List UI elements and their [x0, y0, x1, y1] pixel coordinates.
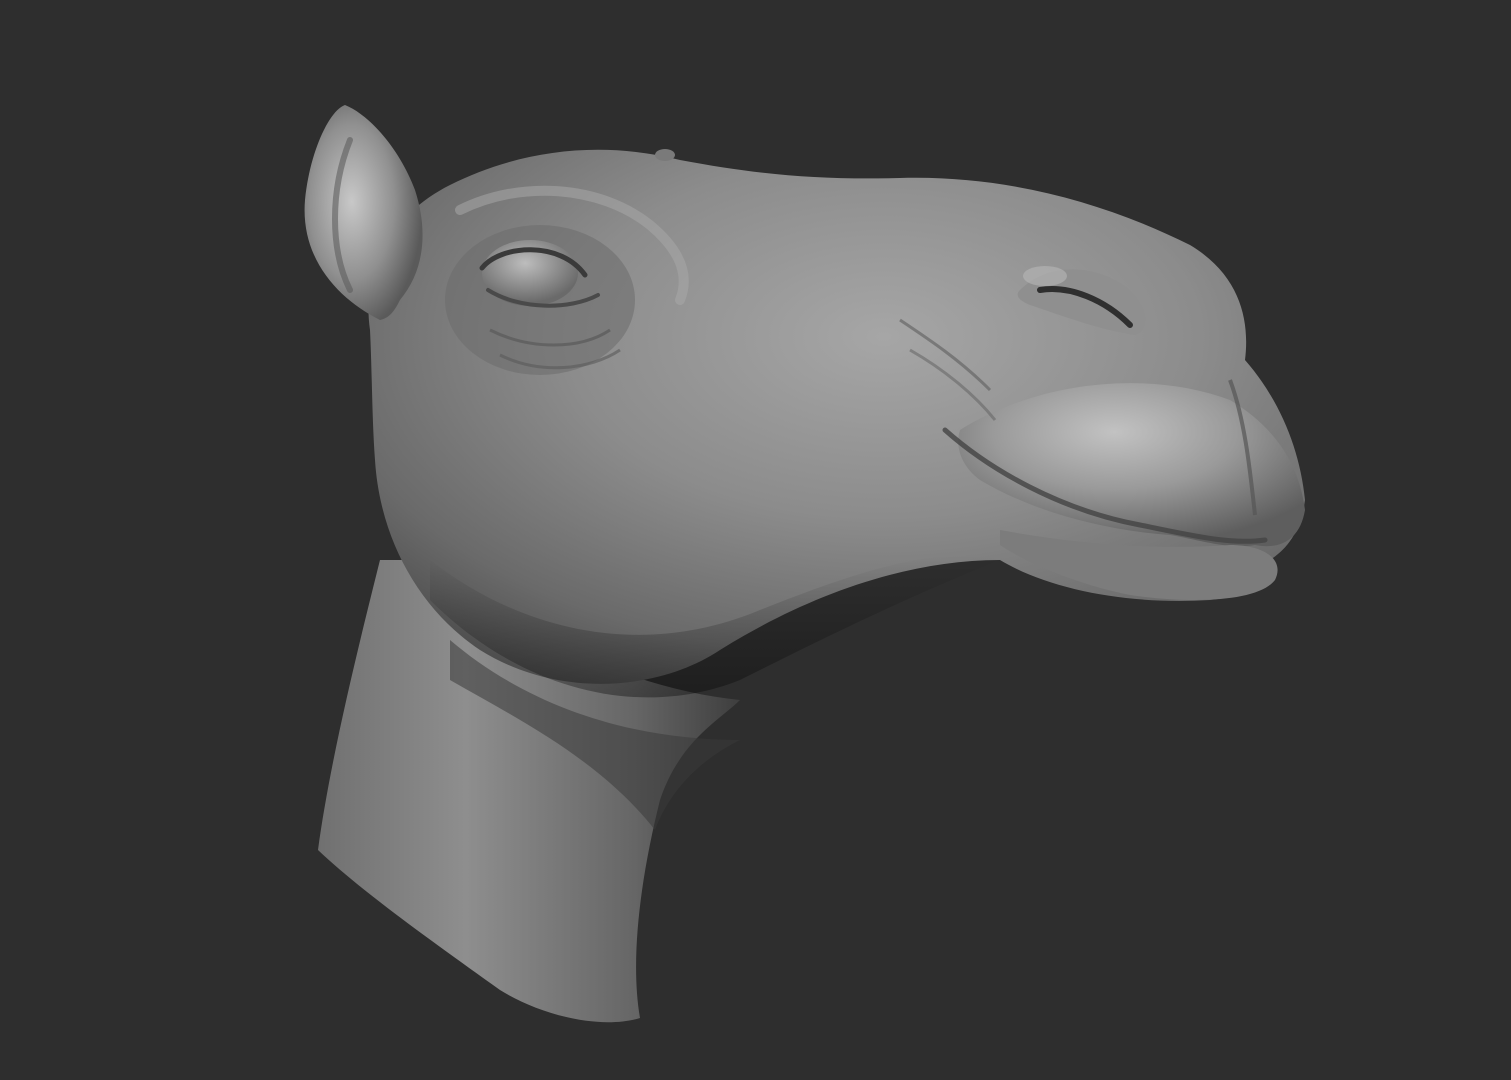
camel-head-sculpt	[304, 105, 1305, 1023]
ear	[304, 105, 423, 320]
viewport	[0, 0, 1511, 1080]
